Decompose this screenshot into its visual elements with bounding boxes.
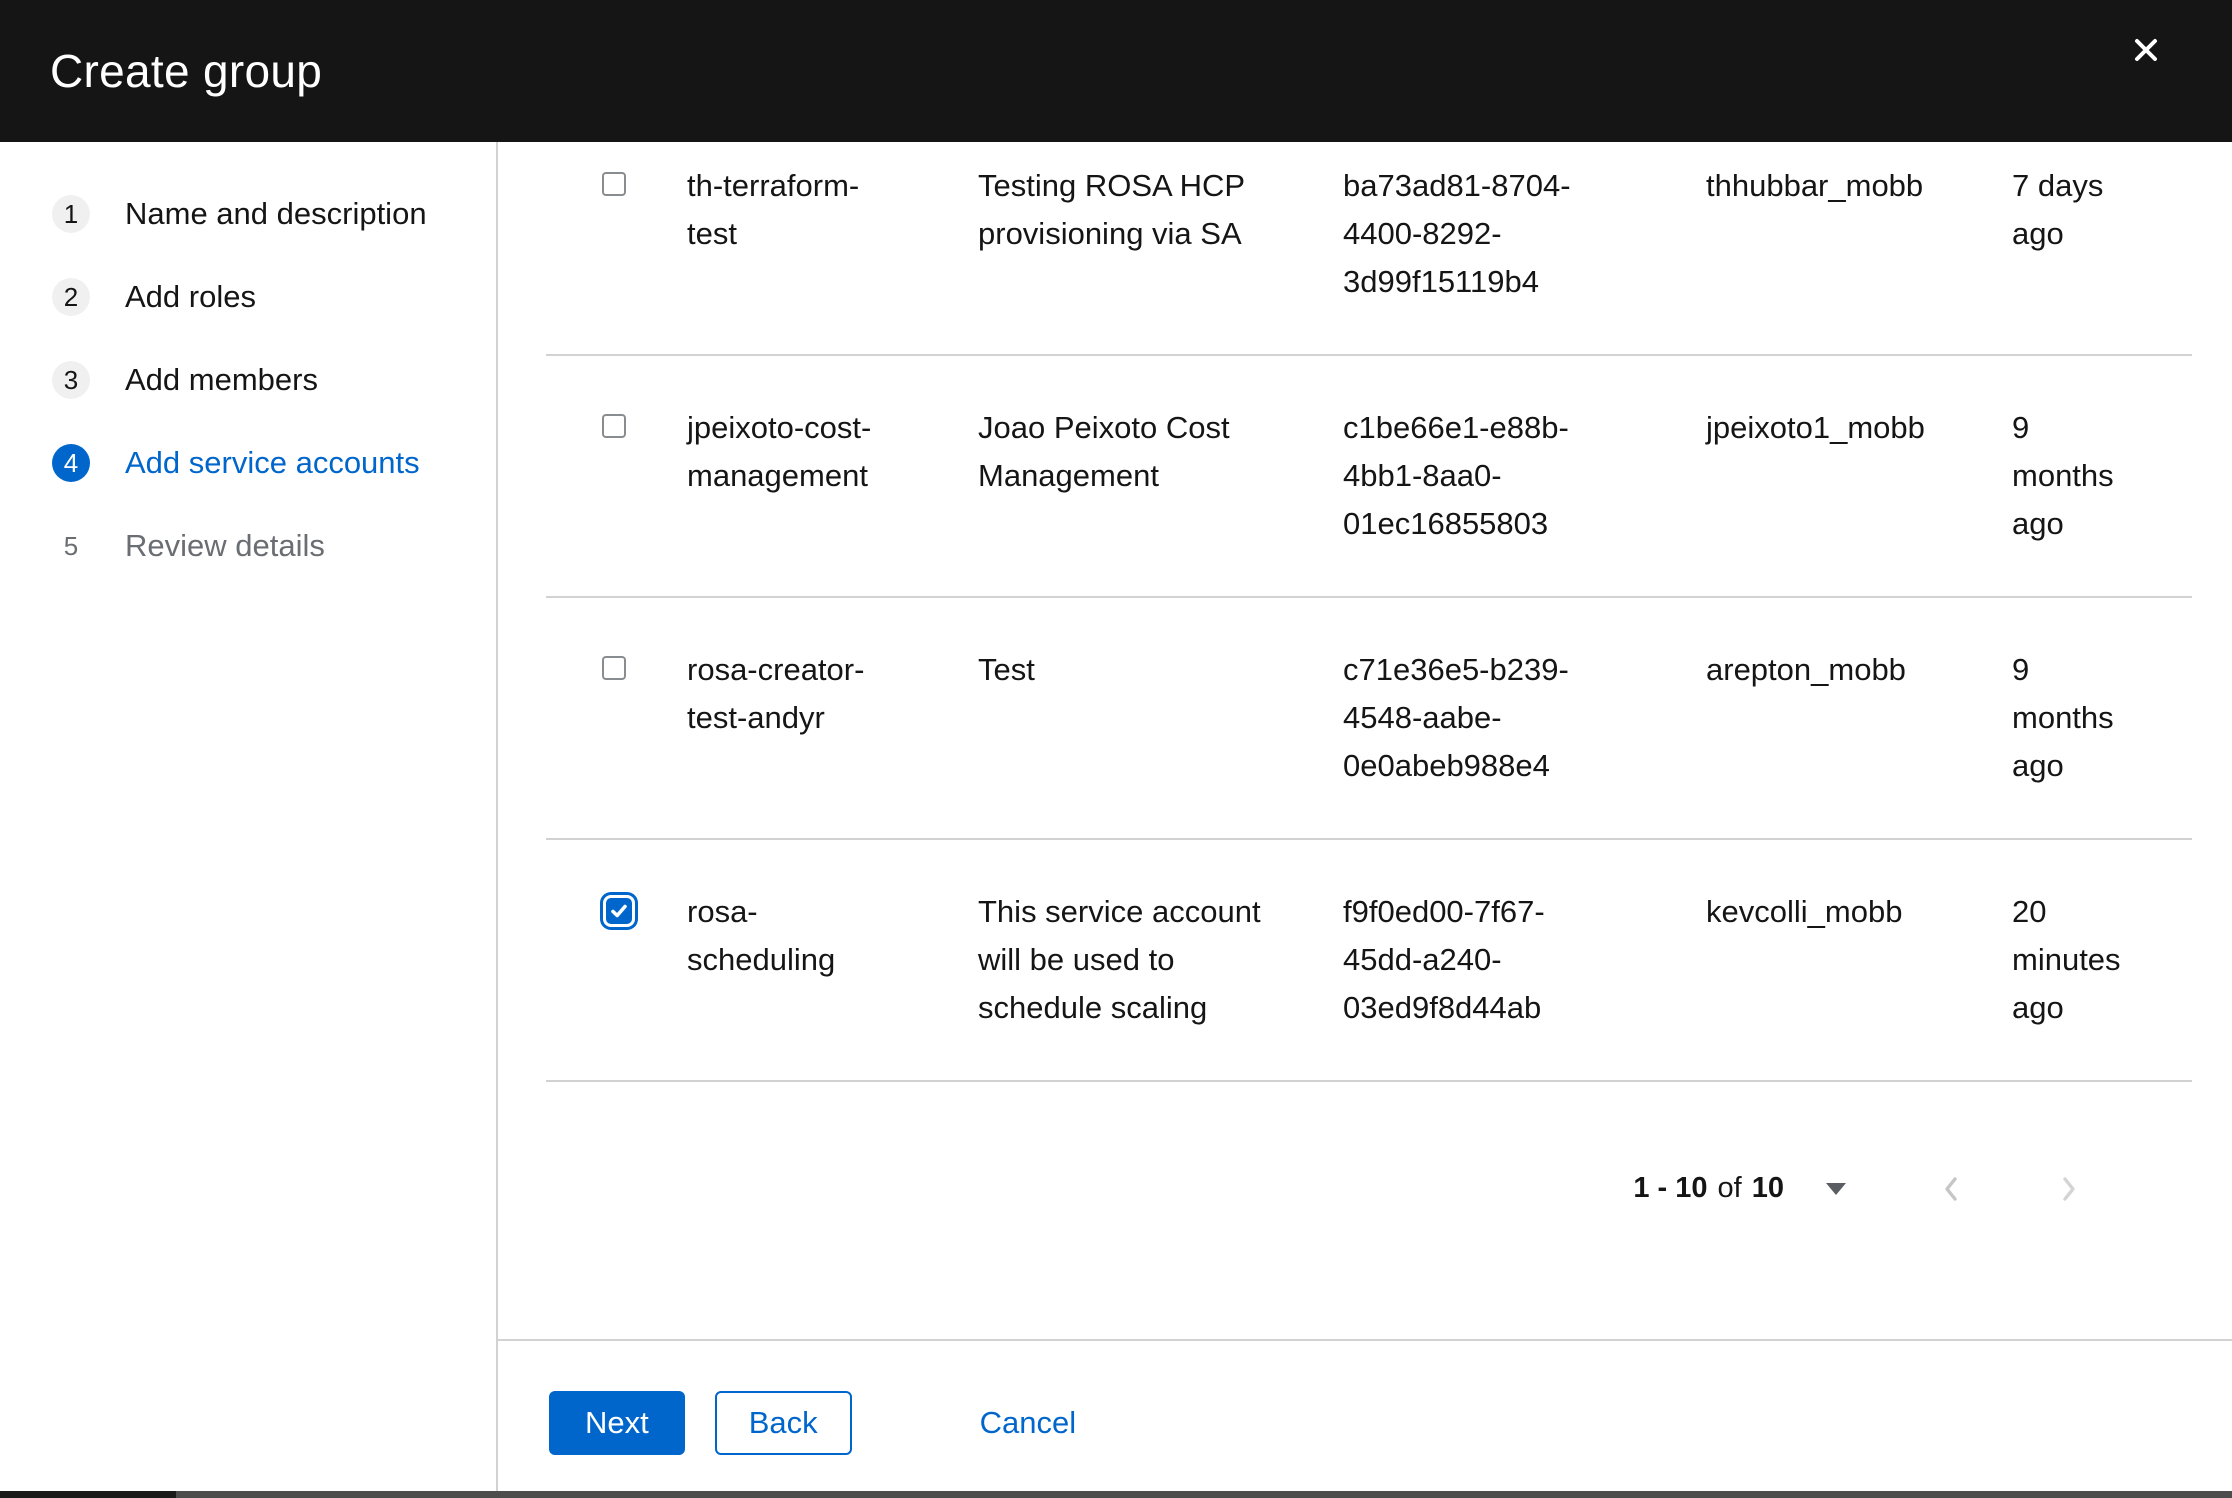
wizard-nav: 1 Name and description 2 Add roles 3 Add… xyxy=(0,142,498,1491)
time-created: 9 months ago xyxy=(2012,652,2114,783)
wizard-step-review-details[interactable]: 5 Review details xyxy=(52,518,496,574)
service-account-description: This service account will be used to sch… xyxy=(978,894,1261,1025)
wizard-step-add-members[interactable]: 3 Add members xyxy=(52,352,496,408)
service-account-name: th-terraform-test xyxy=(687,168,860,251)
pagination-of-label: of xyxy=(1717,1172,1742,1204)
per-page-toggle[interactable]: 1 - 10 of 10 xyxy=(1633,1172,1846,1205)
create-group-modal: Create group 1 Name and description 2 Ad… xyxy=(0,0,2232,1498)
close-icon xyxy=(2135,39,2157,61)
step-number: 3 xyxy=(52,361,90,399)
step-label: Add roles xyxy=(125,279,256,314)
table-row: th-terraform-test Testing ROSA HCP provi… xyxy=(546,142,2192,356)
client-id: f9f0ed00-7f67-45dd-a240-03ed9f8d44ab xyxy=(1343,894,1545,1025)
modal-title: Create group xyxy=(50,45,323,97)
client-id: ba73ad81-8704-4400-8292-3d99f15119b4 xyxy=(1343,168,1571,299)
back-button[interactable]: Back xyxy=(714,1391,852,1455)
horizontal-scrollbar[interactable] xyxy=(0,1491,2232,1498)
owner: kevcolli_mobb xyxy=(1706,894,1903,929)
owner: arepton_mobb xyxy=(1706,652,1906,687)
table-row: rosa-scheduling This service account wil… xyxy=(546,840,2192,1082)
pagination-total: 10 xyxy=(1751,1172,1784,1204)
modal-header: Create group xyxy=(0,0,2232,142)
wizard-footer: Next Back Cancel xyxy=(498,1339,2232,1491)
wizard-step-add-roles[interactable]: 2 Add roles xyxy=(52,269,496,325)
step-label: Review details xyxy=(125,528,325,563)
cancel-button[interactable]: Cancel xyxy=(980,1391,1077,1455)
row-checkbox[interactable] xyxy=(602,656,626,680)
table-row: jpeixoto-cost-management Joao Peixoto Co… xyxy=(546,356,2192,598)
close-button[interactable] xyxy=(2118,22,2174,78)
row-checkbox-checked[interactable] xyxy=(606,898,632,924)
service-account-description: Testing ROSA HCP provisioning via SA xyxy=(978,168,1245,251)
chevron-right-icon xyxy=(2063,1177,2075,1201)
client-id: c71e36e5-b239-4548-aabe-0e0abeb988e4 xyxy=(1343,652,1569,783)
service-account-name: rosa-creator-test-andyr xyxy=(687,652,865,735)
caret-down-icon xyxy=(1826,1182,1846,1195)
main-content: th-terraform-test Testing ROSA HCP provi… xyxy=(498,142,2232,1491)
row-checkbox[interactable] xyxy=(602,172,626,196)
step-label: Add members xyxy=(125,362,318,397)
next-page-button[interactable] xyxy=(2056,1172,2082,1209)
service-account-name: rosa-scheduling xyxy=(687,894,836,977)
check-icon xyxy=(611,904,627,918)
chevron-left-icon xyxy=(1945,1177,1957,1201)
step-number: 4 xyxy=(52,444,90,482)
service-accounts-table: th-terraform-test Testing ROSA HCP provi… xyxy=(546,142,2192,1082)
row-checkbox[interactable] xyxy=(602,414,626,438)
pagination-range: 1 - 10 xyxy=(1633,1172,1708,1204)
prev-page-button[interactable] xyxy=(1938,1172,1964,1209)
step-number: 2 xyxy=(52,278,90,316)
step-label: Add service accounts xyxy=(125,445,420,480)
time-created: 20 minutes ago xyxy=(2012,894,2121,1025)
step-label: Name and description xyxy=(125,196,427,231)
table-row: rosa-creator-test-andyr Test c71e36e5-b2… xyxy=(546,598,2192,840)
time-created: 7 days ago xyxy=(2012,168,2104,251)
step-number: 5 xyxy=(63,530,79,561)
scrollbar-thumb[interactable] xyxy=(0,1491,176,1498)
next-button[interactable]: Next xyxy=(549,1391,685,1455)
time-created: 9 months ago xyxy=(2012,410,2114,541)
service-account-name: jpeixoto-cost-management xyxy=(687,410,872,493)
pagination: 1 - 10 of 10 xyxy=(498,1082,2232,1339)
client-id: c1be66e1-e88b-4bb1-8aa0-01ec16855803 xyxy=(1343,410,1569,541)
step-number: 1 xyxy=(52,195,90,233)
service-account-description: Joao Peixoto Cost Management xyxy=(978,410,1230,493)
owner: jpeixoto1_mobb xyxy=(1706,410,1925,445)
owner: thhubbar_mobb xyxy=(1706,168,1924,203)
service-account-description: Test xyxy=(978,652,1035,687)
wizard-step-add-service-accounts[interactable]: 4 Add service accounts xyxy=(52,435,496,491)
wizard-step-name-and-description[interactable]: 1 Name and description xyxy=(52,186,496,242)
modal-body: 1 Name and description 2 Add roles 3 Add… xyxy=(0,142,2232,1491)
